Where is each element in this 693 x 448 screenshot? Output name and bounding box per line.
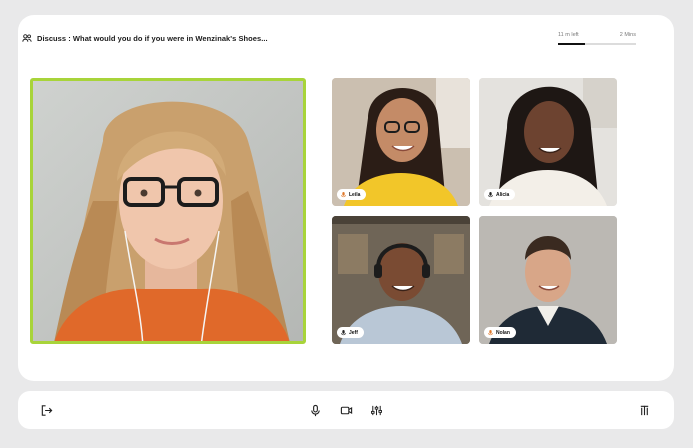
participant-name: Leila — [349, 191, 361, 198]
participant-video-jeff[interactable]: Jeff — [332, 216, 470, 344]
camera-icon — [340, 406, 352, 414]
participant-video-frame — [332, 216, 470, 344]
discussion-topic: Discuss : What would you do if you were … — [22, 33, 268, 43]
microphone-toggle-button[interactable] — [308, 403, 322, 417]
participant-name: Nolan — [496, 329, 510, 336]
participant-name-tag: Alicia — [484, 189, 516, 200]
call-settings-button[interactable] — [369, 403, 383, 417]
microphone-icon — [341, 191, 346, 197]
leave-call-button[interactable] — [39, 403, 53, 417]
participant-name-tag: Nolan — [484, 327, 516, 338]
discussion-timer: 11 m left 2 Mins — [558, 32, 636, 46]
participant-video-leila[interactable]: Leila — [332, 78, 470, 206]
topic-text: Discuss : What would you do if you were … — [37, 33, 268, 43]
participant-video-frame — [479, 216, 617, 344]
participant-video-frame — [479, 78, 617, 206]
more-options-icon — [640, 405, 648, 415]
active-speaker-video[interactable] — [30, 78, 306, 344]
participant-name-tag: Jeff — [337, 327, 364, 338]
call-toolbar — [18, 391, 674, 429]
participants-icon — [22, 34, 32, 42]
timer-progress-track — [558, 43, 636, 45]
settings-sliders-icon — [370, 405, 382, 415]
active-speaker-video-frame — [33, 81, 303, 341]
participant-name: Alicia — [496, 191, 510, 198]
microphone-icon — [488, 191, 493, 197]
timer-remaining-label: 11 m left — [558, 32, 579, 38]
timer-progress-fill — [558, 43, 586, 45]
participant-name: Jeff — [349, 329, 358, 336]
microphone-icon — [341, 329, 346, 335]
timer-total-label: 2 Mins — [619, 32, 636, 38]
exit-icon — [41, 404, 52, 416]
participant-video-frame — [332, 78, 470, 206]
more-options-button[interactable] — [637, 403, 651, 417]
microphone-icon — [310, 404, 320, 416]
participant-name-tag: Leila — [337, 189, 367, 200]
participant-video-nolan[interactable]: Nolan — [479, 216, 617, 344]
microphone-icon — [488, 329, 493, 335]
camera-toggle-button[interactable] — [339, 403, 353, 417]
participant-video-alicia[interactable]: Alicia — [479, 78, 617, 206]
